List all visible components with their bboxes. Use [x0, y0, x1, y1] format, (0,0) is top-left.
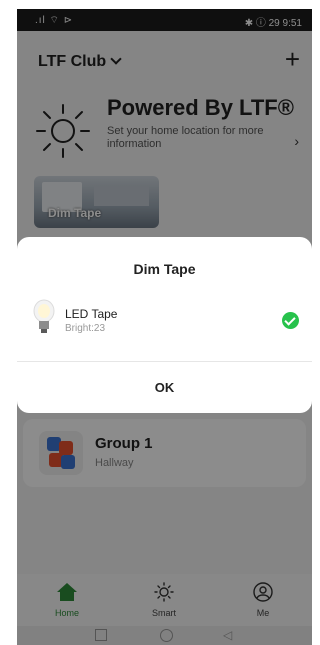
scene-dialog: Dim Tape LED Tape Bright:23 OK: [17, 237, 312, 413]
device-status: Bright:23: [65, 323, 106, 334]
app-screen: .ıl ⌔ ⊳ ✱ ⓘ 29 9:51 LTF Club + Powered B…: [17, 9, 312, 645]
check-icon[interactable]: [282, 312, 299, 329]
ok-button[interactable]: OK: [17, 362, 312, 413]
dialog-title: Dim Tape: [133, 261, 196, 277]
bulb-icon: [33, 299, 55, 333]
device-name: LED Tape: [65, 307, 118, 321]
